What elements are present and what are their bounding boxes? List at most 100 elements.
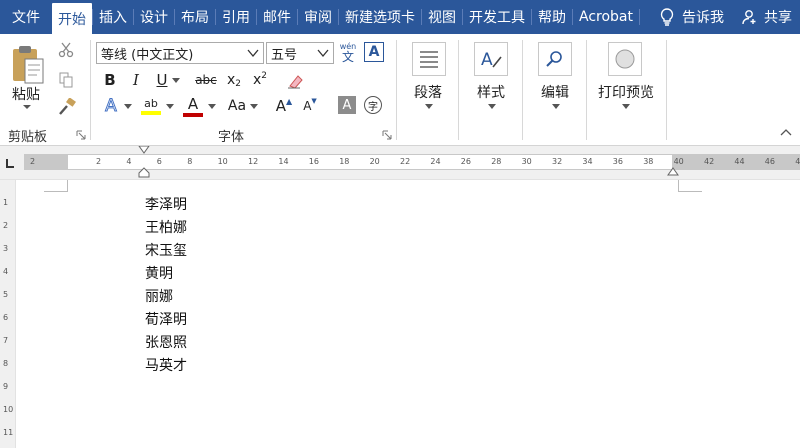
vertical-ruler-tick-label: 3 xyxy=(3,244,9,253)
chevron-down-icon[interactable] xyxy=(250,104,258,109)
tab-mailings[interactable]: 邮件 xyxy=(257,0,297,34)
document-line[interactable]: 荀泽明 xyxy=(145,309,187,329)
lightbulb-icon xyxy=(660,8,674,26)
document-line[interactable]: 李泽明 xyxy=(145,194,187,214)
dialog-launcher-icon[interactable] xyxy=(382,130,392,140)
clipboard-group-label: 剪贴板 xyxy=(8,130,48,145)
ruler-tick-label: 38 xyxy=(643,157,654,166)
paste-button[interactable] xyxy=(10,42,46,88)
collapse-ribbon-icon[interactable] xyxy=(780,128,792,136)
right-indent-marker[interactable] xyxy=(667,166,679,176)
paragraph-button[interactable] xyxy=(412,42,446,76)
cut-icon[interactable] xyxy=(58,42,74,58)
font-name-combo[interactable]: 等线 (中文正文) xyxy=(96,42,264,64)
shrink-font-button[interactable]: A ▼ xyxy=(300,96,320,116)
share-button[interactable]: 共享 xyxy=(742,7,800,27)
ruler-tick-label: 28 xyxy=(491,157,502,166)
chevron-down-icon[interactable] xyxy=(208,104,216,109)
tab-file[interactable]: 文件 xyxy=(0,0,52,34)
ruler-tick-label: 44 xyxy=(734,157,745,166)
bold-glyph: B xyxy=(104,71,116,89)
tab-design[interactable]: 设计 xyxy=(134,0,174,34)
chevron-down-icon[interactable] xyxy=(22,104,32,110)
format-painter-icon[interactable] xyxy=(58,98,76,116)
strikethrough-button[interactable]: abc xyxy=(194,70,218,90)
highlight-button[interactable]: ab xyxy=(140,94,162,118)
chevron-down-icon[interactable] xyxy=(622,104,630,109)
tab-review[interactable]: 审阅 xyxy=(298,0,338,34)
superscript-index: 2 xyxy=(261,71,268,81)
styles-button[interactable]: A xyxy=(474,42,508,76)
vertical-ruler[interactable]: 1 2 3 4 5 6 7 8 9 10 11 xyxy=(0,180,16,448)
bold-button[interactable]: B xyxy=(102,70,118,90)
editing-label[interactable]: 编辑 xyxy=(541,82,569,102)
print-preview-button[interactable] xyxy=(608,42,642,76)
indent-marker[interactable] xyxy=(137,146,151,180)
tab-new-tab[interactable]: 新建选项卡 xyxy=(339,0,421,34)
tab-references[interactable]: 引用 xyxy=(216,0,256,34)
clear-formatting-icon[interactable] xyxy=(286,72,304,90)
paragraph-label[interactable]: 段落 xyxy=(414,82,442,102)
subscript-button[interactable]: x2 xyxy=(224,70,244,90)
chevron-down-icon[interactable] xyxy=(172,78,180,83)
text-effects-glyph: A xyxy=(105,96,118,117)
chevron-down-icon[interactable] xyxy=(425,104,433,109)
document-page[interactable]: 李泽明 王柏娜 宋玉玺 黄明 丽娜 荀泽明 张恩照 马英才 xyxy=(24,180,800,448)
tab-view[interactable]: 视图 xyxy=(422,0,462,34)
font-name-value: 等线 (中文正文) xyxy=(101,47,194,63)
tab-help[interactable]: 帮助 xyxy=(532,0,572,34)
styles-label[interactable]: 样式 xyxy=(477,82,505,102)
chevron-down-icon[interactable] xyxy=(552,104,560,109)
chevron-down-icon[interactable] xyxy=(316,46,330,60)
vertical-ruler-tick-label: 5 xyxy=(3,290,9,299)
character-border-button[interactable]: A xyxy=(364,42,384,62)
text-effects-button[interactable]: A xyxy=(102,96,120,117)
tab-developer[interactable]: 开发工具 xyxy=(463,0,531,34)
character-shading-button[interactable]: A xyxy=(338,96,356,114)
document-line[interactable]: 丽娜 xyxy=(145,286,173,306)
phonetic-guide-button[interactable]: wén 文 xyxy=(338,39,358,67)
tab-insert[interactable]: 插入 xyxy=(93,0,133,34)
chevron-down-icon[interactable] xyxy=(488,104,496,109)
left-tab-icon xyxy=(6,159,14,168)
chevron-down-icon[interactable] xyxy=(166,104,174,109)
italic-button[interactable]: I xyxy=(128,70,144,90)
document-line[interactable]: 张恩照 xyxy=(145,332,187,352)
strikethrough-glyph: abc xyxy=(195,73,217,87)
dialog-launcher-icon[interactable] xyxy=(76,130,86,140)
paragraph-icon xyxy=(420,51,438,68)
superscript-button[interactable]: x2 xyxy=(250,70,270,90)
underline-button[interactable]: U xyxy=(154,70,170,90)
ruler-tick-label: 48 xyxy=(795,157,800,166)
page-corner-mark xyxy=(44,180,68,192)
chevron-down-icon[interactable] xyxy=(246,46,260,60)
font-color-button[interactable]: A xyxy=(182,94,204,118)
tell-me-box[interactable]: 告诉我 xyxy=(648,7,742,27)
grow-font-button[interactable]: A ▲ xyxy=(274,96,294,116)
tell-me-label: 告诉我 xyxy=(682,10,724,26)
page-corner-mark xyxy=(678,180,702,192)
font-size-combo[interactable]: 五号 xyxy=(266,42,334,64)
ribbon-tab-bar: 文件 开始 插入 设计 布局 引用 邮件 审阅 新建选项卡 视图 开发工具 帮助… xyxy=(0,0,800,34)
tab-selector[interactable] xyxy=(3,156,17,170)
tab-separator xyxy=(639,9,640,25)
paste-label[interactable]: 粘贴 xyxy=(12,84,40,104)
document-line[interactable]: 黄明 xyxy=(145,263,173,283)
group-separator xyxy=(90,40,91,140)
document-line[interactable]: 宋玉玺 xyxy=(145,240,187,260)
tab-home[interactable]: 开始 xyxy=(52,3,92,34)
tab-layout[interactable]: 布局 xyxy=(175,0,215,34)
editing-button[interactable] xyxy=(538,42,572,76)
group-separator xyxy=(458,40,459,140)
enclose-characters-button[interactable]: 字 xyxy=(364,96,382,114)
horizontal-ruler-bar: 2 2 4 6 8 10 12 14 16 18 20 22 24 26 28 30 32 34 36 38 40 42 4… xyxy=(0,146,800,180)
tab-acrobat[interactable]: Acrobat xyxy=(573,0,639,34)
copy-icon[interactable] xyxy=(58,72,74,88)
change-case-button[interactable]: Aa xyxy=(224,96,250,116)
document-line[interactable]: 马英才 xyxy=(145,355,187,375)
styles-icon: A xyxy=(481,50,502,70)
chevron-down-icon[interactable] xyxy=(124,104,132,109)
document-line[interactable]: 王柏娜 xyxy=(145,217,187,237)
font-size-value: 五号 xyxy=(271,47,298,63)
print-preview-label[interactable]: 打印预览 xyxy=(598,82,654,102)
